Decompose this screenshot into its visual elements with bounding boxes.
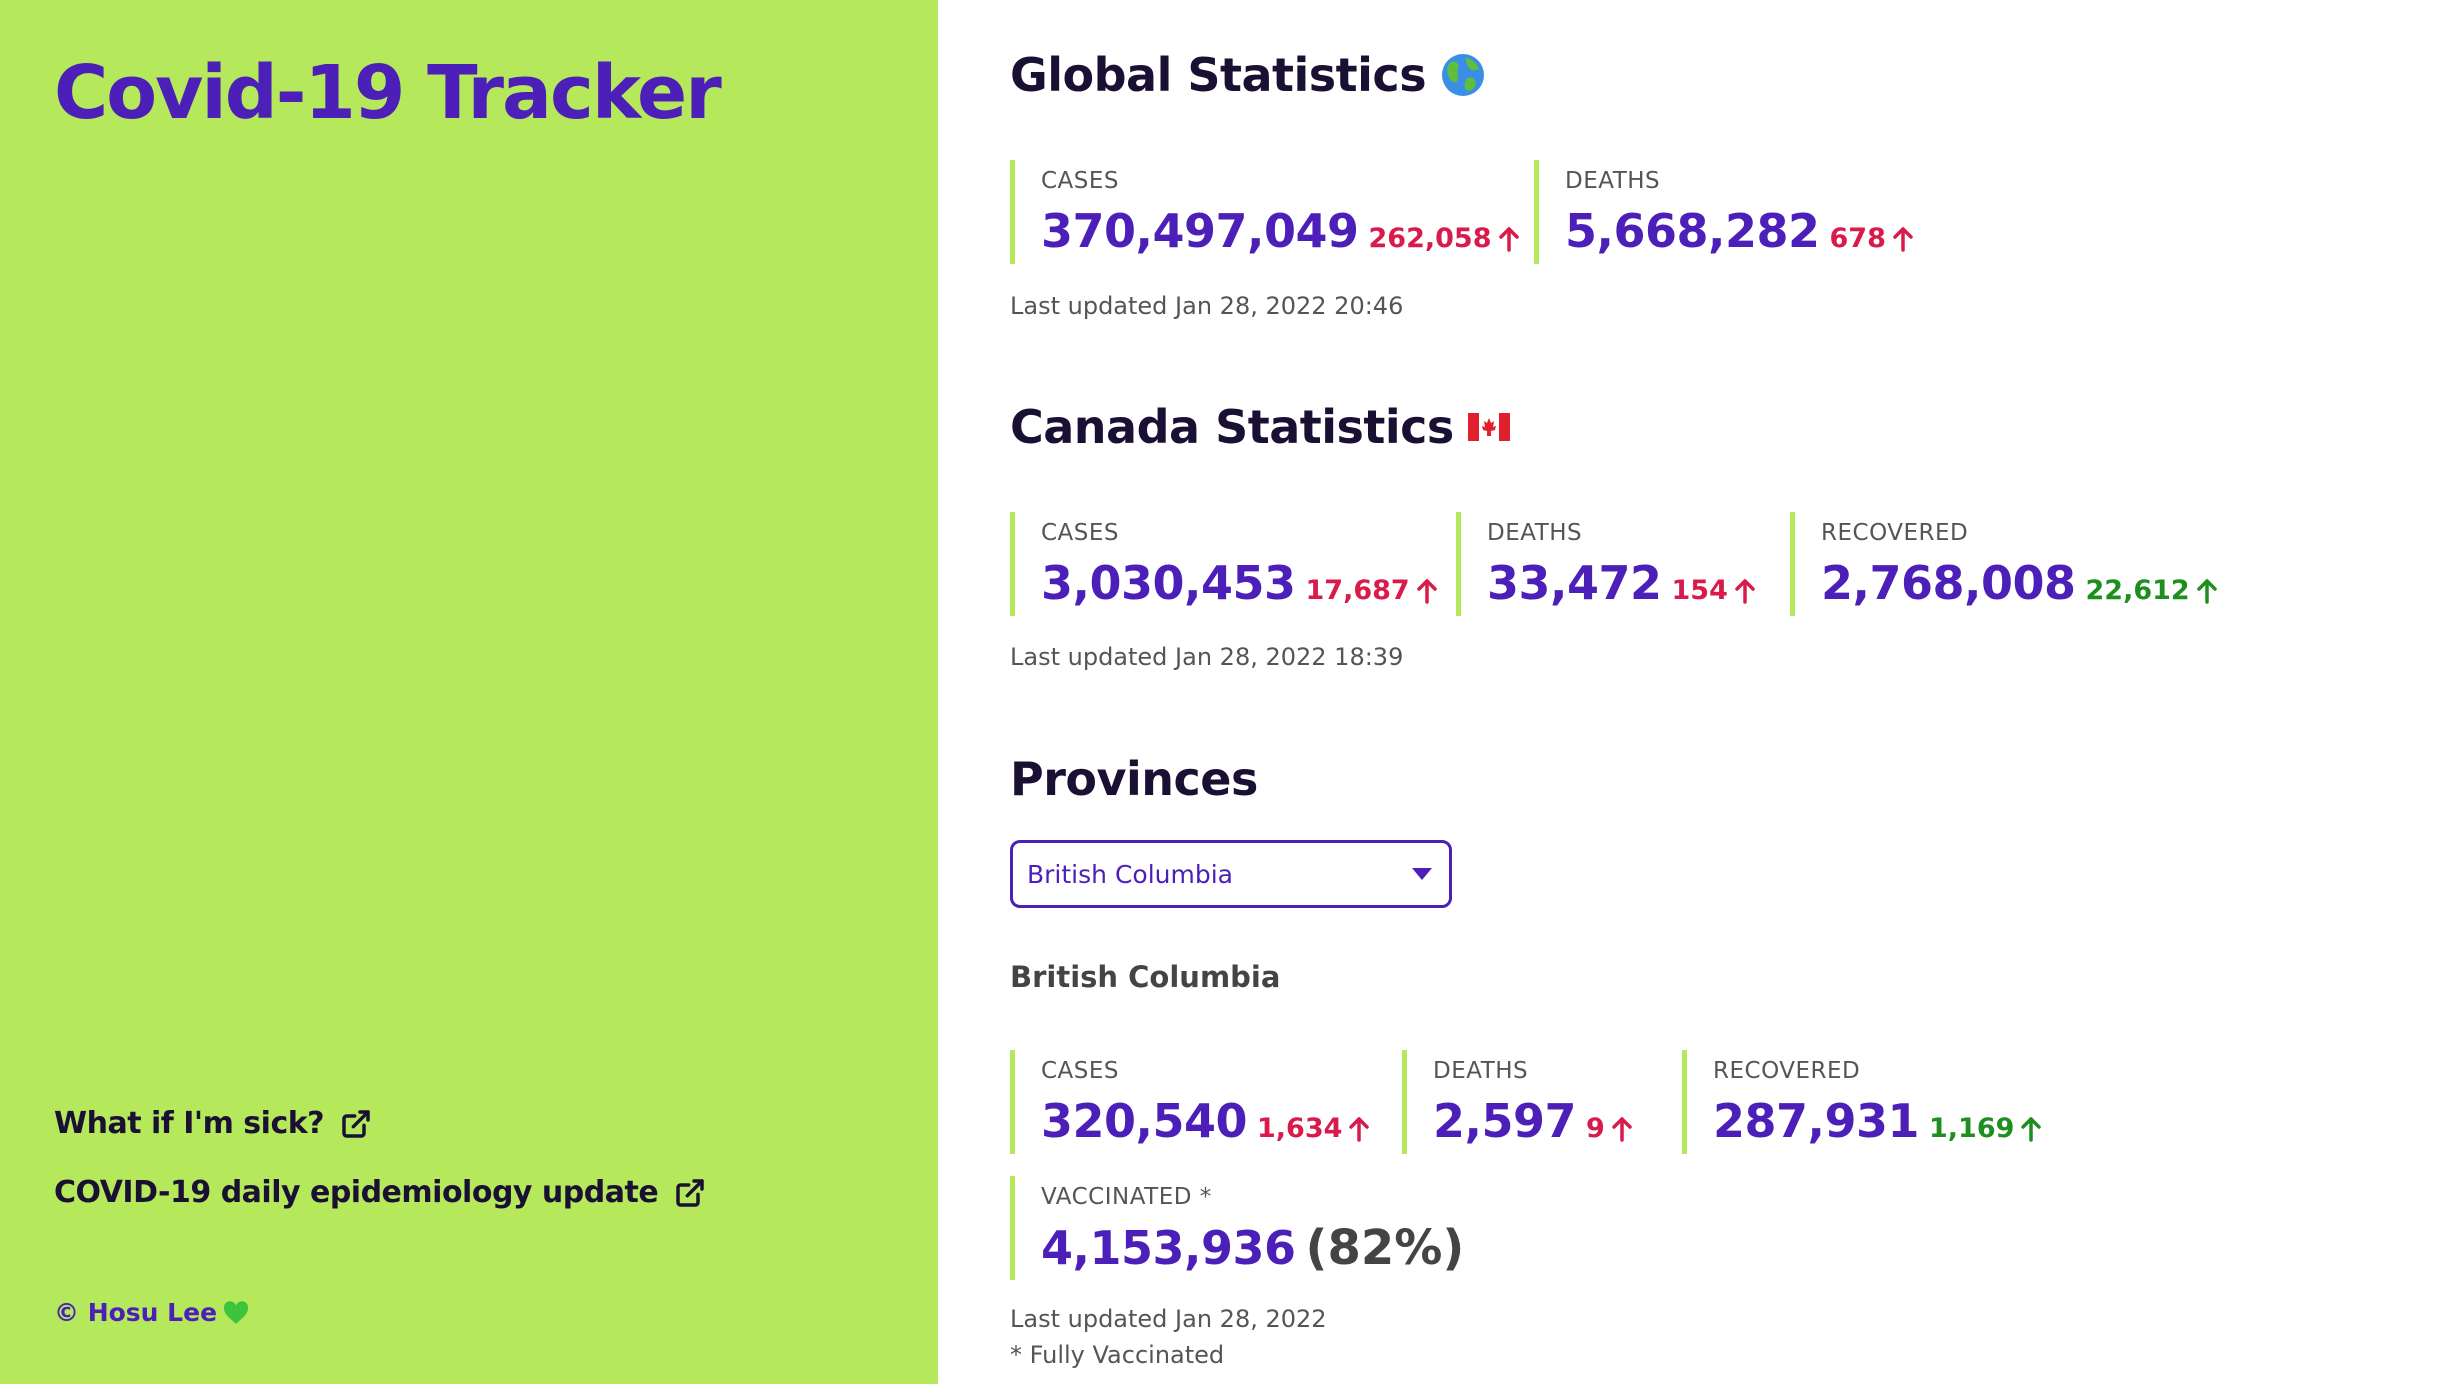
- arrow-up-icon: [1893, 226, 1913, 252]
- stat-delta: 17,687: [1306, 575, 1438, 606]
- stat-value: 287,931: [1713, 1094, 1920, 1148]
- external-link-icon: [342, 1109, 370, 1138]
- caret-down-icon: [1412, 868, 1432, 880]
- global-deaths-stat: DEATHS 5,668,282 678: [1534, 160, 1914, 264]
- section-title-text: Canada Statistics: [1010, 400, 1454, 454]
- stat-label: CASES: [1041, 168, 1120, 194]
- delta-value: 22,612: [2085, 575, 2190, 606]
- canada-last-updated: Last updated Jan 28, 2022 18:39: [1010, 643, 1404, 671]
- stat-label: CASES: [1041, 520, 1120, 546]
- section-title-text: Provinces: [1010, 752, 1258, 806]
- stat-value: 33,472: [1487, 556, 1662, 610]
- delta-value: 262,058: [1368, 223, 1492, 254]
- canada-flag-icon: [1467, 413, 1510, 441]
- arrow-up-icon: [1498, 226, 1519, 252]
- province-name: British Columbia: [1010, 960, 1281, 994]
- provinces-title: Provinces: [1010, 752, 1258, 806]
- section-title-text: Global Statistics: [1010, 48, 1427, 102]
- copyright: © Hosu Lee: [54, 1298, 249, 1327]
- stat-delta: 154: [1672, 575, 1756, 606]
- stat-label: RECOVERED: [1713, 1058, 1861, 1084]
- arrow-up-icon: [1735, 578, 1755, 604]
- stat-label: VACCINATED *: [1041, 1184, 1212, 1210]
- stat-label: DEATHS: [1565, 168, 1661, 194]
- copyright-text: © Hosu Lee: [54, 1298, 218, 1327]
- main-content: Global Statistics CASES 370,497,049 262,…: [938, 0, 2464, 1384]
- stat-label: RECOVERED: [1821, 520, 1969, 546]
- what-if-sick-link[interactable]: What if I'm sick?: [54, 1106, 372, 1141]
- vaccination-footnote: * Fully Vaccinated: [1010, 1341, 1225, 1369]
- stat-delta: 262,058: [1369, 223, 1520, 254]
- vaccinated-percent: (82%): [1305, 1220, 1465, 1276]
- external-link-icon: [676, 1178, 704, 1207]
- province-recovered-stat: RECOVERED 287,931 1,169: [1682, 1050, 2042, 1154]
- stat-delta: 678: [1830, 223, 1914, 254]
- stat-value: 5,668,282: [1565, 204, 1820, 258]
- delta-value: 9: [1586, 1113, 1605, 1144]
- stat-value: 2,768,008: [1821, 556, 2076, 610]
- stat-delta: 1,169: [1929, 1113, 2042, 1144]
- province-deaths-stat: DEATHS 2,597 9: [1402, 1050, 1633, 1154]
- app-root: Covid-19 Tracker What if I'm sick? COVID…: [0, 0, 2464, 1384]
- arrow-up-icon: [1416, 578, 1437, 604]
- globe-icon: [1442, 54, 1485, 96]
- link-label: What if I'm sick?: [54, 1106, 325, 1141]
- sidebar: Covid-19 Tracker What if I'm sick? COVID…: [0, 0, 938, 1384]
- delta-value: 154: [1671, 575, 1728, 606]
- global-statistics-title: Global Statistics: [1010, 48, 1486, 102]
- arrow-up-icon: [2021, 1116, 2042, 1142]
- delta-value: 1,634: [1257, 1113, 1343, 1144]
- app-title: Covid-19 Tracker: [54, 50, 722, 136]
- stat-value: 4,153,936: [1041, 1221, 1296, 1275]
- delta-value: 17,687: [1305, 575, 1410, 606]
- stat-label: DEATHS: [1433, 1058, 1529, 1084]
- arrow-up-icon: [1612, 1116, 1632, 1142]
- province-select-value: British Columbia: [1027, 859, 1233, 889]
- province-select[interactable]: British Columbia: [1010, 840, 1452, 908]
- stat-value: 3,030,453: [1041, 556, 1296, 610]
- global-cases-stat: CASES 370,497,049 262,058: [1010, 160, 1520, 264]
- epidemiology-update-link[interactable]: COVID-19 daily epidemiology update: [54, 1175, 706, 1210]
- stat-value: 2,597: [1433, 1094, 1577, 1148]
- canada-recovered-stat: RECOVERED 2,768,008 22,612: [1790, 512, 2218, 616]
- canada-statistics-title: Canada Statistics: [1010, 400, 1510, 454]
- canada-deaths-stat: DEATHS 33,472 154: [1456, 512, 1756, 616]
- stat-value: 370,497,049: [1041, 204, 1359, 258]
- global-last-updated: Last updated Jan 28, 2022 20:46: [1010, 292, 1404, 320]
- arrow-up-icon: [1349, 1116, 1370, 1142]
- stat-delta: 1,634: [1257, 1113, 1370, 1144]
- stat-label: DEATHS: [1487, 520, 1583, 546]
- stat-delta: 22,612: [2086, 575, 2218, 606]
- link-label: COVID-19 daily epidemiology update: [54, 1175, 659, 1210]
- stat-delta: 9: [1586, 1113, 1633, 1144]
- delta-value: 1,169: [1929, 1113, 2015, 1144]
- stat-label: CASES: [1041, 1058, 1120, 1084]
- arrow-up-icon: [2196, 578, 2217, 604]
- province-vaccinated-stat: VACCINATED * 4,153,936 (82%): [1010, 1176, 1464, 1280]
- province-last-updated: Last updated Jan 28, 2022: [1010, 1305, 1327, 1333]
- province-cases-stat: CASES 320,540 1,634: [1010, 1050, 1370, 1154]
- delta-value: 678: [1829, 223, 1886, 254]
- stat-value: 320,540: [1041, 1094, 1248, 1148]
- green-heart-icon: [223, 1300, 249, 1324]
- canada-cases-stat: CASES 3,030,453 17,687: [1010, 512, 1438, 616]
